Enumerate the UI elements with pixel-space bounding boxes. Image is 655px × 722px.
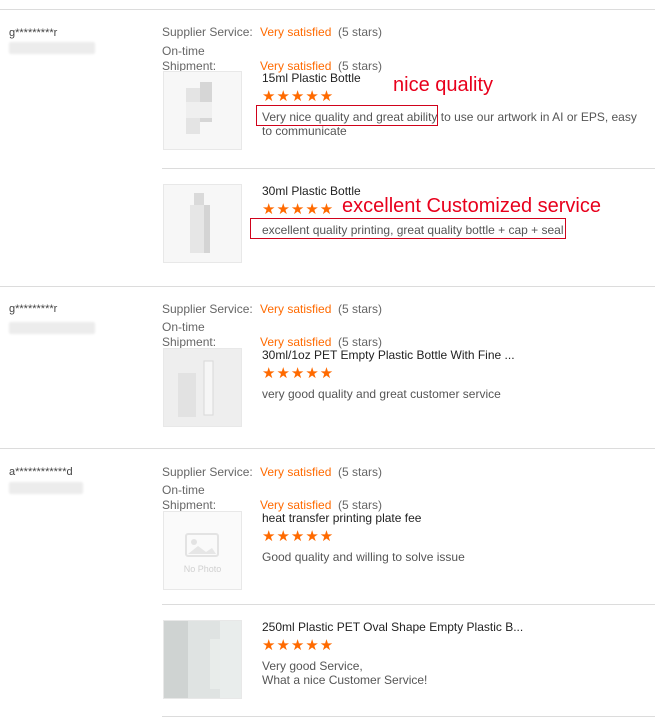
rating-stars: ★★★★★ — [262, 88, 335, 105]
no-photo-icon — [185, 533, 219, 557]
item-divider — [162, 168, 655, 169]
bottle-image — [164, 621, 241, 698]
review-divider — [0, 286, 655, 287]
product-name[interactable]: 15ml Plastic Bottle — [262, 71, 361, 85]
reviewer-name: g*********r — [9, 303, 58, 315]
review-divider — [0, 448, 655, 449]
supplier-service-rating: Very satisfied — [260, 25, 332, 39]
bottle-image — [190, 193, 210, 253]
supplier-service-rating: Very satisfied — [260, 302, 332, 316]
reviewer-name: g*********r — [9, 27, 58, 39]
product-name[interactable]: 250ml Plastic PET Oval Shape Empty Plast… — [262, 620, 523, 634]
rating-stars: ★★★★★ — [262, 201, 335, 218]
shipment-stars: (5 stars) — [338, 498, 383, 512]
product-name[interactable]: 30ml/1oz PET Empty Plastic Bottle With F… — [262, 348, 515, 362]
ontime-label: On-time — [162, 320, 205, 334]
item-divider — [162, 716, 655, 717]
supplier-service-rating: Very satisfied — [260, 465, 332, 479]
review-comment-line: Very good Service, — [262, 659, 363, 673]
reviewer-country-blurred — [9, 42, 95, 54]
product-thumbnail[interactable] — [163, 184, 242, 263]
shipment-label: Shipment: — [162, 498, 217, 512]
ontime-label: On-time — [162, 44, 205, 58]
rating-stars: ★★★★★ — [262, 365, 335, 382]
rating-stars: ★★★★★ — [262, 528, 335, 545]
highlight-box — [256, 105, 438, 126]
bottle-image — [164, 349, 241, 426]
annotation-nice-quality: nice quality — [393, 74, 494, 96]
shipment-stars: (5 stars) — [338, 335, 383, 349]
shipment-rating: Very satisfied — [260, 335, 332, 349]
shipment-rating: Very satisfied — [260, 498, 332, 512]
product-thumbnail[interactable] — [163, 348, 242, 427]
no-photo-label: No Photo — [183, 564, 222, 574]
reviewer-country-blurred — [9, 322, 95, 334]
annotation-customized-service: excellent Customized service — [342, 195, 601, 217]
reviewer-name: a************d — [9, 466, 73, 478]
product-thumbnail[interactable] — [163, 71, 242, 150]
review-comment: Good quality and willing to solve issue — [262, 550, 465, 564]
bottle-image — [186, 82, 212, 134]
item-divider — [162, 604, 655, 605]
product-thumbnail[interactable] — [163, 620, 242, 699]
reviewer-country-blurred — [9, 482, 83, 494]
supplier-service-label: Supplier Service: — [162, 302, 253, 316]
product-thumbnail-placeholder[interactable]: No Photo — [163, 511, 242, 590]
supplier-service-stars: (5 stars) — [338, 465, 383, 479]
review-comment: very good quality and great customer ser… — [262, 387, 501, 401]
supplier-service-label: Supplier Service: — [162, 25, 253, 39]
divider — [0, 9, 655, 10]
supplier-service-stars: (5 stars) — [338, 25, 383, 39]
rating-stars: ★★★★★ — [262, 637, 335, 654]
product-name[interactable]: heat transfer printing plate fee — [262, 511, 421, 525]
supplier-service-label: Supplier Service: — [162, 465, 253, 479]
ontime-label: On-time — [162, 483, 205, 497]
shipment-label: Shipment: — [162, 335, 217, 349]
review-comment-line: What a nice Customer Service! — [262, 673, 428, 687]
highlight-box — [250, 218, 566, 239]
supplier-service-stars: (5 stars) — [338, 302, 383, 316]
